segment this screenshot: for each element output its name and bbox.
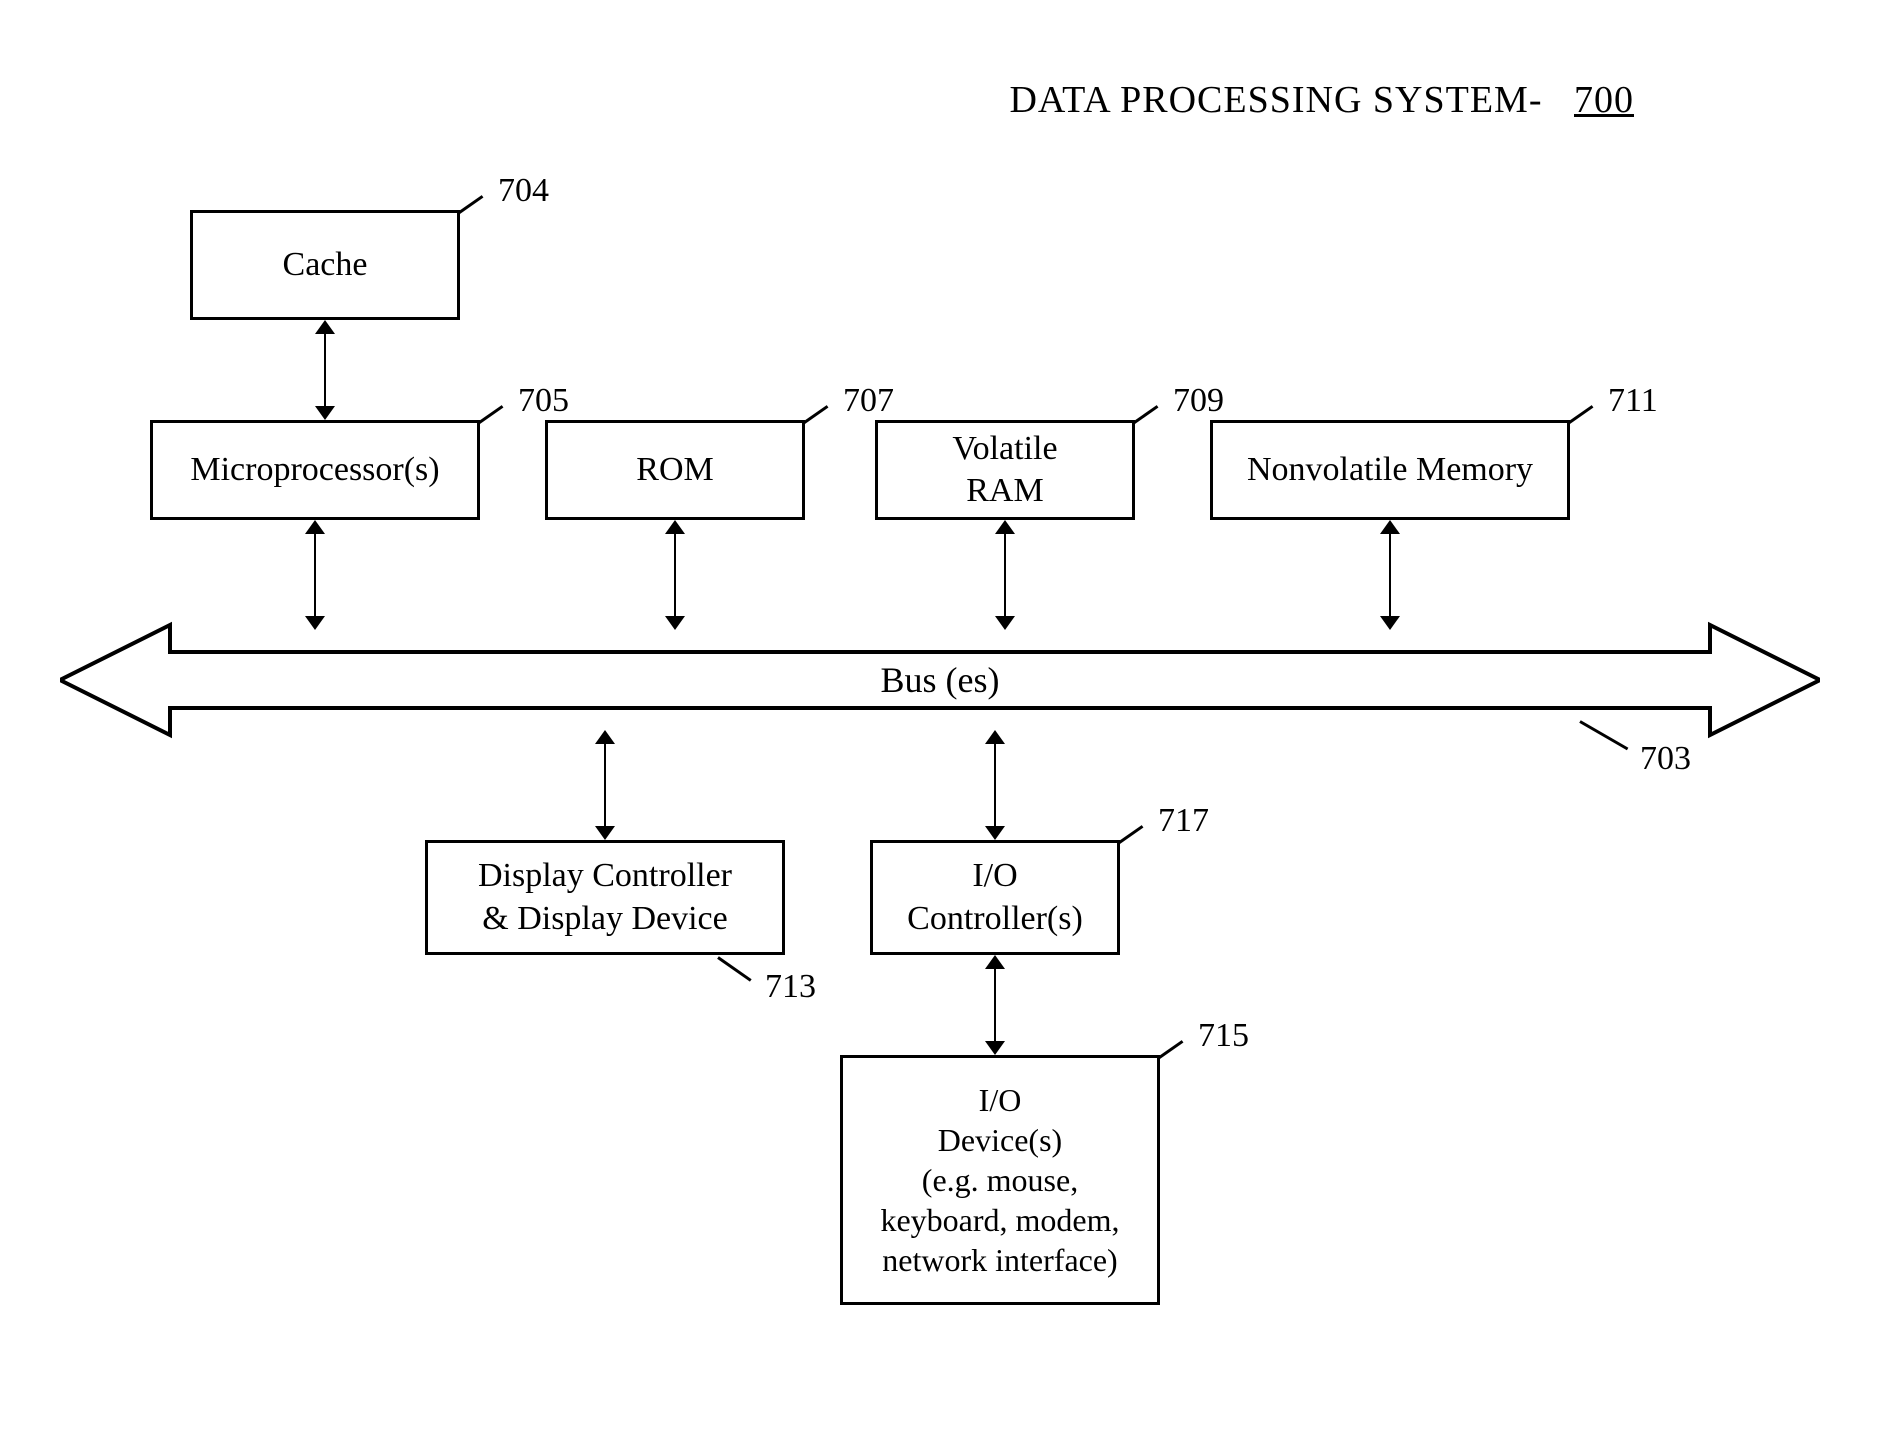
box-microprocessor-label: Microprocessor(s) [190,449,439,492]
box-display-label: Display Controller & Display Device [478,855,732,940]
box-volatile-ram: Volatile RAM [875,420,1135,520]
box-cache-label: Cache [283,244,368,287]
arrow-bus-ioctrl [985,730,1005,840]
box-nvmem-label: Nonvolatile Memory [1247,449,1533,492]
bus-arrow-icon [60,620,1820,740]
title-ref: 700 [1574,79,1634,121]
diagram-canvas: DATA PROCESSING SYSTEM- 700 Cache 704 Mi… [0,0,1884,1455]
arrow-nvmem-bus [1380,520,1400,630]
arrow-vram-bus [995,520,1015,630]
box-io-devices: I/O Device(s) (e.g. mouse, keyboard, mod… [840,1055,1160,1305]
box-io-controller: I/O Controller(s) [870,840,1120,955]
ref-display: 713 [765,968,816,1006]
box-display-controller: Display Controller & Display Device [425,840,785,955]
leader-display [717,956,751,981]
leader-ioctrl [1117,825,1143,845]
box-volatile-ram-label: Volatile RAM [952,428,1057,513]
leader-vram [1132,405,1158,425]
arrow-cache-microprocessor [315,320,335,420]
diagram-title: DATA PROCESSING SYSTEM- 700 [1009,78,1634,122]
arrow-rom-bus [665,520,685,630]
leader-iodev [1157,1040,1183,1060]
bus: Bus (es) [60,620,1820,740]
box-ioctrl-label: I/O Controller(s) [907,855,1083,940]
box-nonvolatile-memory: Nonvolatile Memory [1210,420,1570,520]
arrow-ioctrl-iodev [985,955,1005,1055]
box-iodev-label: I/O Device(s) (e.g. mouse, keyboard, mod… [880,1080,1119,1280]
box-cache: Cache [190,210,460,320]
ref-vram: 709 [1173,382,1224,420]
box-rom-label: ROM [636,449,713,492]
leader-rom [802,405,828,425]
ref-bus: 703 [1640,740,1691,778]
ref-nvmem: 711 [1608,382,1658,420]
leader-nvmem [1567,405,1593,425]
ref-cache: 704 [498,172,549,210]
leader-cache [457,195,483,215]
title-text: DATA PROCESSING SYSTEM- [1009,79,1542,121]
ref-ioctrl: 717 [1158,802,1209,840]
ref-rom: 707 [843,382,894,420]
ref-iodev: 715 [1198,1017,1249,1055]
box-microprocessor: Microprocessor(s) [150,420,480,520]
ref-microprocessor: 705 [518,382,569,420]
arrow-microprocessor-bus [305,520,325,630]
arrow-bus-display [595,730,615,840]
leader-microprocessor [477,405,503,425]
box-rom: ROM [545,420,805,520]
